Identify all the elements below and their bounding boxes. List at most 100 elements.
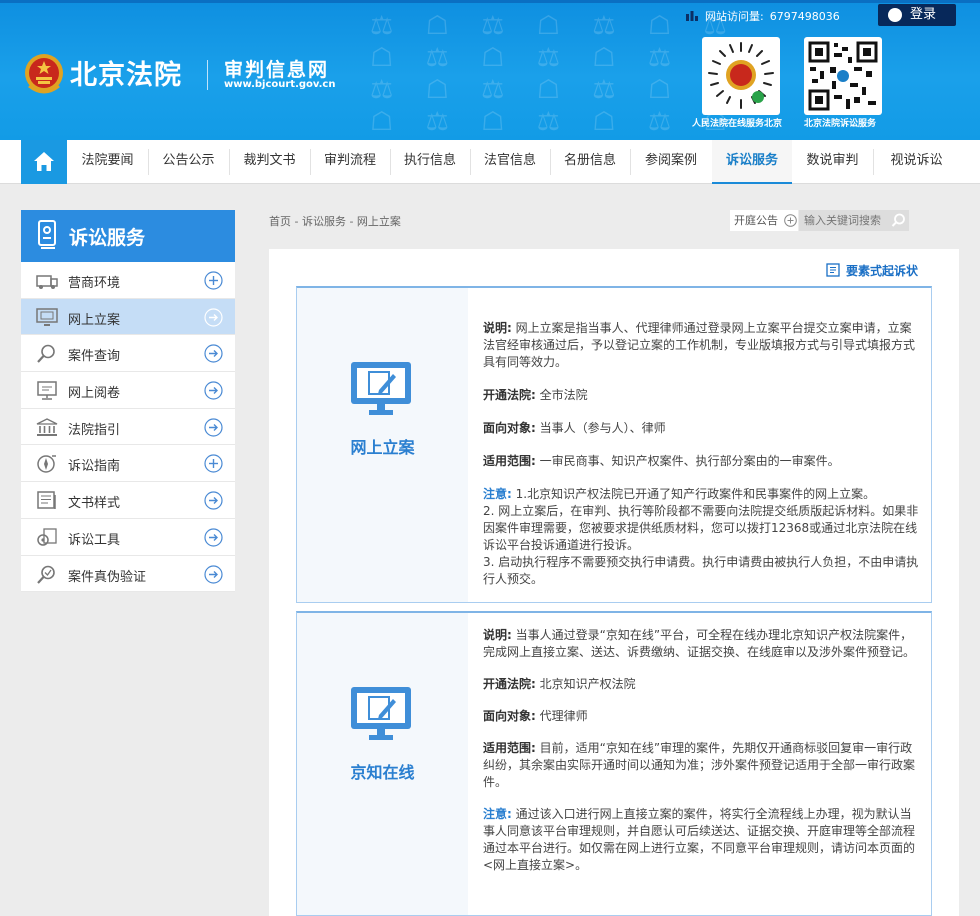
sidebar-item-label: 案件真伪验证	[68, 569, 147, 585]
arrow-circle-icon	[204, 528, 223, 547]
nav-item-judgments[interactable]: 裁判文书	[229, 140, 310, 184]
note-label: 注意:	[483, 807, 512, 821]
arrow-circle-icon	[204, 564, 223, 584]
desc-label: 说明:	[483, 628, 512, 642]
litigation-service-icon	[38, 220, 56, 249]
login-label: 登录	[910, 7, 937, 22]
business-env-icon	[36, 275, 58, 289]
card-target: 面向对象: 当事人（参与人）、律师	[483, 420, 919, 437]
plus-circle-icon	[784, 214, 797, 227]
sidebar-item-litigation-guide[interactable]: 诉讼指南	[21, 445, 235, 483]
header-top-line	[0, 0, 980, 3]
header-separator	[207, 60, 208, 90]
sidebar-item-label: 诉讼指南	[68, 459, 121, 475]
note-line: 3. 启动执行程序不需要预交执行申请费。执行申请费由被执行人负担，不由申请执行人…	[483, 555, 919, 586]
arrow-circle-icon	[204, 491, 223, 510]
courthouse-icon	[36, 418, 58, 436]
card-left-panel[interactable]: 京知在线	[297, 613, 468, 915]
court-notice-label: 开庭公告	[734, 214, 778, 227]
computer-edit-icon	[351, 362, 411, 415]
note-line: 通过该入口进行网上直接立案的案件，将实行全流程线上办理，视为默认当事人同意该平台…	[483, 807, 916, 872]
nav-item-execution-info[interactable]: 执行信息	[390, 140, 470, 184]
bar-chart-icon	[686, 11, 698, 21]
service-card-online-filing: 网上立案 说明: 网上立案是指当事人、代理律师通过登录网上立案平台提交立案申请，…	[296, 286, 932, 603]
sidebar-item-online-filing[interactable]: 网上立案	[21, 298, 235, 336]
sidebar-item-business-env[interactable]: 营商环境	[21, 262, 235, 299]
sidebar-item-online-file-review[interactable]: 网上阅卷	[21, 372, 235, 409]
note-line: 1.北京知识产权法院已开通了知产行政案件和民事案件的网上立案。	[515, 487, 876, 501]
sidebar-item-document-templates[interactable]: 文书样式	[21, 482, 235, 519]
card-body: 说明: 网上立案是指当事人、代理律师通过登录网上立案平台提交立案申请，立案法官经…	[483, 320, 919, 588]
site-name: 审判信息网	[224, 59, 330, 81]
sidebar-item-label: 网上阅卷	[68, 386, 121, 402]
search-icon[interactable]	[891, 213, 906, 228]
court-text: 全市法院	[539, 388, 588, 402]
card-left-panel[interactable]: 网上立案	[297, 288, 468, 602]
target-text: 当事人（参与人）、律师	[539, 421, 666, 435]
desc-text: 当事人通过登录“京知在线”平台，可全程在线办理北京知识产权法院案件，完成网上直接…	[483, 628, 916, 659]
card-description: 说明: 当事人通过登录“京知在线”平台，可全程在线办理北京知识产权法院案件，完成…	[483, 627, 919, 661]
home-button[interactable]	[21, 140, 67, 184]
nav-item-court-news[interactable]: 法院要闻	[67, 140, 148, 184]
scope-label: 适用范围:	[483, 741, 536, 755]
site-header: ⚖ ☖ ⚖ ☖ ⚖ ☖ ⚖ ☖ ⚖ ☖ ⚖ ☖ ⚖ ☖ ⚖ ☖ ⚖ ☖ ⚖ ☖ ⚖ ☖…	[0, 0, 980, 140]
visit-label: 网站访问量:	[705, 10, 764, 23]
login-button[interactable]: 登录	[878, 4, 956, 26]
computer-edit-icon	[351, 687, 411, 740]
home-icon	[34, 152, 54, 171]
qr-code-mini-program	[702, 37, 780, 115]
compass-icon	[37, 455, 56, 474]
target-label: 面向对象:	[483, 421, 536, 435]
card-note: 注意: 1.北京知识产权法院已开通了知产行政案件和民事案件的网上立案。	[483, 486, 919, 503]
sidebar-item-label: 法院指引	[68, 422, 121, 438]
sidebar-item-court-guide[interactable]: 法院指引	[21, 409, 235, 446]
court-text: 北京知识产权法院	[539, 677, 636, 691]
nav-item-reference-cases[interactable]: 参阅案例	[630, 140, 712, 184]
note-line: 2. 网上立案后，在审判、执行等阶段都不需要向法院提交纸质版起诉材料。如果非因案…	[483, 504, 919, 552]
sidebar-item-label: 案件查询	[68, 349, 121, 365]
note-label: 注意:	[483, 487, 512, 501]
complaint-form-label: 要素式起诉状	[846, 264, 919, 278]
verify-icon	[37, 565, 55, 584]
plus-circle-icon	[204, 454, 223, 474]
nav-item-announcements[interactable]: 公告公示	[148, 140, 229, 184]
sidebar-title: 诉讼服务	[69, 227, 146, 249]
court-notice-button[interactable]: 开庭公告	[730, 210, 798, 231]
card-court: 开通法院: 全市法院	[483, 387, 919, 404]
card-body: 说明: 当事人通过登录“京知在线”平台，可全程在线办理北京知识产权法院案件，完成…	[483, 627, 919, 874]
court-label: 开通法院:	[483, 388, 536, 402]
desc-label: 说明:	[483, 321, 512, 335]
card-description: 说明: 网上立案是指当事人、代理律师通过登录网上立案平台提交立案申请，立案法官经…	[483, 320, 919, 371]
sidebar-item-label: 营商环境	[68, 276, 121, 291]
arrow-circle-icon	[204, 381, 223, 400]
complaint-form-link[interactable]: 要素式起诉状	[826, 262, 918, 279]
scope-label: 适用范围:	[483, 454, 536, 468]
sidebar-item-case-verification[interactable]: 案件真伪验证	[21, 556, 235, 593]
card-title: 京知在线	[350, 763, 415, 782]
user-icon	[888, 8, 902, 22]
nav-item-litigation-service[interactable]: 诉讼服务	[712, 140, 792, 184]
nav-item-judge-info[interactable]: 法官信息	[470, 140, 550, 184]
arrow-circle-icon	[204, 344, 223, 363]
nav-item-trial-process[interactable]: 审判流程	[310, 140, 390, 184]
scope-text: 目前，适用“京知在线”审理的案件，先期仅开通商标驳回复审一审行政纠纷，其余案由实…	[483, 741, 916, 789]
card-title: 网上立案	[350, 438, 415, 457]
target-text: 代理律师	[539, 709, 588, 723]
nav-item-register-info[interactable]: 名册信息	[550, 140, 630, 184]
nav-item-trial-data[interactable]: 数说审判	[792, 140, 873, 184]
sidebar-item-litigation-tools[interactable]: 诉讼工具	[21, 519, 235, 556]
sidebar-item-label: 诉讼工具	[68, 532, 121, 548]
breadcrumb[interactable]: 首页 - 诉讼服务 - 网上立案	[269, 213, 401, 229]
magnifier-icon	[37, 345, 55, 364]
document-icon	[826, 263, 840, 277]
desc-text: 网上立案是指当事人、代理律师通过登录网上立案平台提交立案申请，立案法官经审核通过…	[483, 321, 916, 369]
arrow-circle-icon	[204, 308, 223, 327]
nav-item-litigation-video[interactable]: 视说诉讼	[873, 140, 960, 184]
sidebar-item-label: 文书样式	[68, 496, 121, 512]
plus-circle-icon	[204, 271, 223, 290]
sidebar-item-case-query[interactable]: 案件查询	[21, 335, 235, 373]
card-note: 注意: 通过该入口进行网上直接立案的案件，将实行全流程线上办理，视为默认当事人同…	[483, 806, 919, 874]
computer-icon	[36, 307, 58, 326]
court-name[interactable]: 北京法院	[70, 53, 182, 92]
court-emblem-icon	[25, 54, 63, 94]
